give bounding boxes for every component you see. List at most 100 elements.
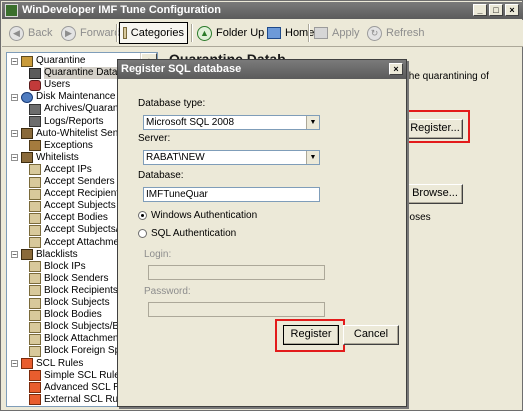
dialog-titlebar[interactable]: Register SQL database × — [118, 60, 406, 79]
list-icon — [29, 164, 41, 176]
categories-label: Categories — [130, 27, 184, 39]
sql-auth-label: SQL Authentication — [151, 228, 237, 239]
window-titlebar[interactable]: WinDeveloper IMF Tune Configuration _ □ … — [2, 2, 523, 19]
tree-expander-icon[interactable]: − — [11, 130, 18, 138]
back-button[interactable]: ◀ Back — [6, 22, 55, 44]
window-title: WinDeveloper IMF Tune Configuration — [22, 4, 221, 16]
users-icon — [29, 79, 41, 91]
tree-item[interactable]: Accept Senders — [29, 176, 115, 188]
categories-icon — [123, 27, 127, 39]
tree-expander-icon[interactable]: − — [11, 360, 18, 368]
tree-item[interactable]: Logs/Reports — [29, 116, 103, 128]
tree-item-label: Block Subjects/Bo — [44, 321, 125, 333]
dialog-close-button[interactable]: × — [389, 63, 403, 75]
tree-item[interactable]: Block Recipients — [29, 285, 118, 297]
password-input[interactable] — [148, 302, 325, 317]
tree-item-label: Quarantine — [36, 55, 86, 66]
browse-button[interactable]: Browse... — [407, 184, 463, 204]
purposes-text: poses — [404, 212, 431, 223]
refresh-icon: ↻ — [367, 25, 382, 41]
sql-auth-radio[interactable]: SQL Authentication — [138, 228, 236, 239]
chevron-down-icon[interactable]: ▼ — [306, 151, 319, 164]
tree-item-label: Block Senders — [44, 272, 109, 284]
tree-item[interactable]: Accept Bodies — [29, 212, 108, 224]
db-type-select[interactable]: Microsoft SQL 2008 ▼ — [143, 115, 320, 130]
tree-item[interactable]: Block Subjects — [29, 297, 110, 309]
exclusion-icon — [29, 140, 41, 152]
tree-item[interactable]: Accept Subjects/Bo — [29, 224, 131, 236]
tree-item[interactable]: Users — [29, 79, 70, 91]
apply-button[interactable]: Apply — [311, 22, 363, 44]
dialog-cancel-button[interactable]: Cancel — [343, 325, 399, 345]
list-icon — [29, 333, 41, 345]
tree-item-label: Accept Attachmen — [44, 236, 125, 248]
tree-item-label: Accept Subjects — [44, 200, 116, 212]
tree-item-label: Block Subjects — [44, 297, 110, 308]
tree-item[interactable]: Block Foreign Spa — [29, 345, 126, 357]
tree-item[interactable]: − Quarantine — [11, 55, 85, 67]
folder-icon — [21, 55, 33, 67]
tree-item[interactable]: Quarantine Databa — [29, 67, 129, 80]
apply-label: Apply — [332, 27, 360, 39]
server-select[interactable]: RABAT\NEW ▼ — [143, 150, 320, 165]
windows-auth-radio[interactable]: Windows Authentication — [138, 210, 257, 221]
tree-item[interactable]: Block Attachments — [29, 333, 126, 345]
list-icon — [29, 224, 41, 236]
group-icon — [21, 128, 33, 140]
scl-icon — [29, 394, 41, 406]
tree-item[interactable]: − SCL Rules — [11, 358, 83, 370]
tree-item[interactable]: External SCL Rules — [29, 394, 131, 406]
apply-icon — [314, 27, 328, 39]
tree-item-label: Accept IPs — [44, 163, 92, 175]
forward-button[interactable]: ▶ Forward — [58, 22, 123, 44]
tree-item[interactable]: − Disk Maintenance — [11, 91, 115, 103]
tree-item-label: Quarantine Databa — [44, 67, 129, 80]
tree-item-label: Accept Recipients — [44, 188, 125, 200]
tree-item[interactable]: Block Bodies — [29, 309, 102, 321]
tree-item[interactable]: Archives/Quarantin — [29, 103, 129, 115]
highlight-register-box — [400, 110, 470, 143]
tree-item[interactable]: Block IPs — [29, 261, 86, 273]
forward-label: Forward — [80, 27, 121, 39]
home-icon — [267, 27, 281, 39]
app-icon — [5, 4, 18, 17]
tree-expander-icon[interactable]: − — [11, 251, 18, 259]
login-input[interactable] — [148, 265, 325, 280]
tree-item[interactable]: − Blacklists — [11, 249, 78, 261]
tree-item[interactable]: Accept IPs — [29, 164, 92, 176]
login-label: Login: — [144, 249, 172, 260]
close-button[interactable]: × — [505, 4, 519, 16]
folder-up-button[interactable]: ▲ Folder Up — [194, 22, 267, 44]
tree-item[interactable]: Block Subjects/Bo — [29, 321, 125, 333]
folder-up-icon: ▲ — [197, 25, 212, 41]
minimize-button[interactable]: _ — [473, 4, 487, 16]
back-arrow-icon: ◀ — [9, 25, 24, 41]
categories-button[interactable]: Categories — [119, 22, 188, 44]
tree-item[interactable]: Block Senders — [29, 273, 108, 285]
database-input[interactable]: IMFTuneQuar — [143, 187, 320, 202]
tree-item-label: Block Recipients — [44, 284, 118, 296]
tree-expander-icon[interactable]: − — [11, 57, 18, 65]
list-icon — [29, 321, 41, 333]
chevron-down-icon[interactable]: ▼ — [306, 116, 319, 129]
register-sql-dialog: Register SQL database × Database type: M… — [117, 59, 407, 407]
tree-expander-icon[interactable]: − — [11, 93, 18, 101]
db-type-label: Database type: — [138, 98, 206, 109]
tree-item[interactable]: Accept Attachmen — [29, 237, 125, 249]
tree-item[interactable]: − Whitelists — [11, 152, 79, 164]
tree-item[interactable]: Exceptions — [29, 140, 93, 152]
list-icon — [29, 200, 41, 212]
forward-arrow-icon: ▶ — [61, 25, 76, 41]
list-icon — [29, 261, 41, 273]
refresh-button[interactable]: ↻ Refresh — [364, 22, 428, 44]
scl-icon — [21, 358, 33, 369]
tree-item-label: Blacklists — [36, 248, 78, 260]
toolbar: ◀ Back ▶ Forward Categories ▲ Folder Up … — [2, 20, 523, 47]
back-label: Back — [28, 27, 53, 39]
tree-expander-icon[interactable]: − — [11, 154, 18, 162]
tree-item[interactable]: Accept Subjects — [29, 200, 116, 212]
list-icon — [29, 237, 41, 248]
tree-item[interactable]: Simple SCL Rules — [29, 370, 125, 382]
maximize-button[interactable]: □ — [489, 4, 503, 16]
tree-item[interactable]: Accept Recipients — [29, 188, 124, 200]
